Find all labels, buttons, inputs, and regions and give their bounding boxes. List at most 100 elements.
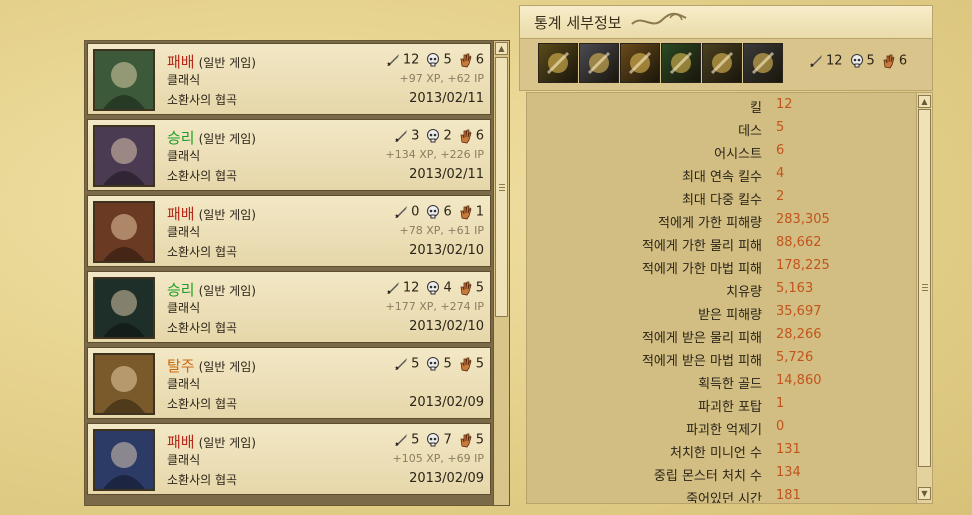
stats-scroll-up-button[interactable]: ▲ (918, 95, 931, 108)
match-result: 패배 (일반 게임) (167, 431, 256, 452)
match-rewards: +177 XP, +274 IP (385, 300, 484, 313)
sword-icon (395, 130, 408, 142)
game-type: 클래식 (167, 149, 201, 163)
stat-value: 5,726 (776, 350, 814, 365)
assists-count: 5 (475, 280, 484, 296)
stat-value: 88,662 (776, 235, 822, 250)
stat-label: 최대 연속 킬수 (681, 170, 762, 185)
stats-scroll-thumb[interactable] (918, 109, 931, 467)
stat-value: 178,225 (776, 258, 830, 273)
stat-row: 치유량 5,163 (527, 278, 917, 301)
skull-icon (427, 53, 440, 67)
match-rewards: +105 XP, +69 IP (392, 452, 484, 465)
stats-detail-title: 통계 세부정보 (534, 14, 622, 32)
match-row[interactable]: 탈주 (일반 게임) 클래식 소환사의 협곡 5 5 5 2013/02/09 (87, 347, 491, 419)
match-kda: 5 5 5 (393, 356, 484, 372)
champion-mask-icon (95, 279, 153, 337)
kills-count: 3 (411, 128, 420, 144)
stat-label: 킬 (750, 101, 762, 116)
item-helmet-icon[interactable] (579, 43, 619, 83)
scroll-up-button[interactable]: ▲ (495, 42, 508, 55)
skull-icon (427, 281, 440, 295)
item-lantern-icon[interactable] (538, 43, 578, 83)
match-date: 2013/02/10 (409, 243, 484, 258)
match-result: 패배 (일반 게임) (167, 203, 256, 224)
stat-row: 최대 다중 킬수 2 (527, 186, 917, 209)
match-kda: 3 2 6 (393, 128, 484, 144)
match-row[interactable]: 패배 (일반 게임) 클래식 소환사의 협곡 12 5 6 +97 XP, +62 IP 201… (87, 43, 491, 115)
stat-label: 획득한 골드 (698, 377, 762, 392)
assists-count: 5 (475, 356, 484, 372)
stat-row: 적에게 가한 물리 피해 88,662 (527, 232, 917, 255)
sword-icon (810, 55, 822, 67)
match-date: 2013/02/11 (409, 167, 484, 182)
stat-row: 획득한 골드 14,860 (527, 370, 917, 393)
stat-label: 적에게 받은 마법 피해 (641, 354, 762, 369)
stats-detail-header: 통계 세부정보 (519, 5, 933, 39)
stat-value: 5,163 (776, 281, 814, 296)
match-result: 승리 (일반 게임) (167, 279, 256, 300)
item-gold-wing-icon[interactable] (702, 43, 742, 83)
stat-label: 적에게 가한 피해량 (658, 216, 762, 231)
hand-icon (460, 53, 472, 68)
map-name: 소환사의 협곡 (167, 321, 238, 335)
item-build-bar: 12 5 6 (519, 39, 933, 91)
deaths-count: 5 (443, 52, 452, 68)
match-date: 2013/02/11 (409, 91, 484, 106)
result-label: 승리 (167, 129, 195, 147)
stats-scroll-down-button[interactable]: ▼ (918, 487, 931, 500)
assists-count: 5 (475, 432, 484, 448)
match-result: 승리 (일반 게임) (167, 127, 256, 148)
match-kda: 12 5 6 (385, 52, 484, 68)
deaths-count: 7 (443, 432, 452, 448)
kills-count: 5 (411, 356, 420, 372)
stat-label: 파괴한 억제기 (686, 423, 762, 438)
match-list-scrollbar[interactable]: ▲ (493, 41, 509, 505)
match-rewards: +97 XP, +62 IP (399, 72, 484, 85)
match-history-list[interactable]: 패배 (일반 게임) 클래식 소환사의 협곡 12 5 6 +97 XP, +62 IP 201… (84, 40, 510, 506)
stat-value: 12 (776, 97, 793, 112)
stat-row: 킬 12 (527, 94, 917, 117)
stat-value: 28,266 (776, 327, 822, 342)
item-blade-icon[interactable] (620, 43, 660, 83)
stat-row: 적에게 가한 피해량 283,305 (527, 209, 917, 232)
kills-count: 12 (402, 280, 420, 296)
hand-icon (460, 281, 472, 296)
stat-row: 중립 몬스터 처치 수 134 (527, 462, 917, 485)
match-row[interactable]: 승리 (일반 게임) 클래식 소환사의 협곡 12 4 5 +177 XP, +274 IP 2… (87, 271, 491, 343)
champion-portrait (93, 353, 155, 415)
stats-table[interactable]: 킬 12 데스 5 어시스트 6 최대 연속 킬수 4 최대 다중 킬수 2 적에게 가한 피해량 2… (526, 92, 933, 504)
deaths-count: 2 (443, 128, 452, 144)
detail-deaths: 5 (866, 53, 875, 69)
game-mode: (일반 게임) (198, 56, 256, 70)
stat-value: 1 (776, 396, 785, 411)
stat-value: 134 (776, 465, 801, 480)
hand-icon (460, 357, 472, 372)
scroll-thumb[interactable] (495, 57, 508, 317)
stat-value: 131 (776, 442, 801, 457)
match-date: 2013/02/09 (409, 471, 484, 486)
stat-row: 죽어있던 시간 181 (527, 485, 917, 503)
champion-portrait (93, 277, 155, 339)
item-green-bow-icon[interactable] (661, 43, 701, 83)
stat-row: 데스 5 (527, 117, 917, 140)
detail-kills: 12 (826, 53, 843, 69)
deaths-count: 5 (443, 356, 452, 372)
match-date: 2013/02/09 (409, 395, 484, 410)
stat-value: 35,697 (776, 304, 822, 319)
game-mode: (일반 게임) (198, 208, 256, 222)
deaths-count: 4 (443, 280, 452, 296)
match-row[interactable]: 패배 (일반 게임) 클래식 소환사의 협곡 0 6 1 +78 XP, +61 IP 2013… (87, 195, 491, 267)
skull-icon (427, 433, 440, 447)
stat-value: 6 (776, 143, 785, 158)
stats-scrollbar[interactable]: ▲ ▼ (916, 93, 932, 503)
stat-label: 적에게 받은 물리 피해 (641, 331, 762, 346)
game-type: 클래식 (167, 453, 201, 467)
stat-label: 데스 (738, 124, 762, 139)
item-gauntlet-icon[interactable] (743, 43, 783, 83)
assists-count: 6 (475, 128, 484, 144)
assists-count: 6 (475, 52, 484, 68)
match-row[interactable]: 패배 (일반 게임) 클래식 소환사의 협곡 5 7 5 +105 XP, +69 IP 201… (87, 423, 491, 495)
match-row[interactable]: 승리 (일반 게임) 클래식 소환사의 협곡 3 2 6 +134 XP, +226 IP 20… (87, 119, 491, 191)
skull-icon (427, 129, 440, 143)
